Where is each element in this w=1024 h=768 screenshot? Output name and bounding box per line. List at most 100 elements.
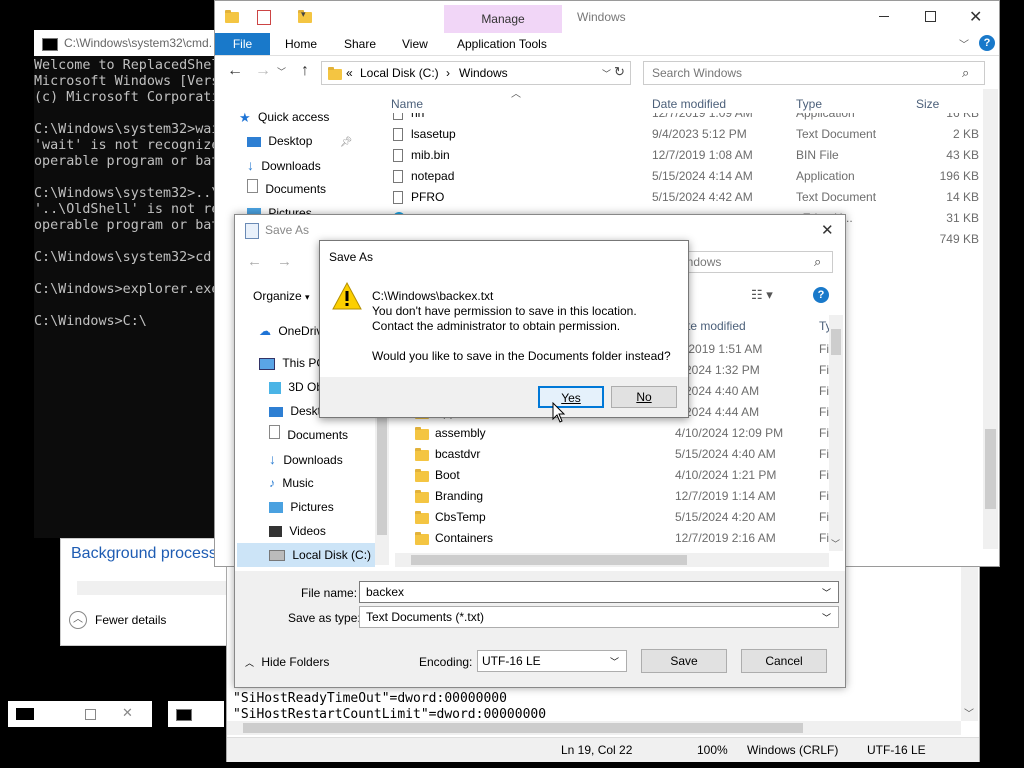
minimized-cmd-thumb[interactable] (168, 701, 224, 727)
file-row[interactable]: notepad 5/15/2024 4:14 AM Application 196 K… (381, 166, 981, 187)
tab-home[interactable]: Home (285, 37, 317, 51)
nav-this-pc[interactable]: This PC (259, 351, 325, 375)
column-date[interactable]: Date modified (652, 97, 726, 111)
no-button[interactable]: No (611, 386, 677, 408)
tab-view[interactable]: View (402, 37, 428, 51)
forward-arrow-icon[interactable]: → (255, 62, 271, 80)
address-segment[interactable]: Local Disk (C:) (360, 66, 439, 80)
file-row[interactable]: PFRO 5/15/2024 4:42 AM Text Document 14 KB (381, 187, 981, 208)
folder-row[interactable]: Containers 12/7/2019 2:16 AM Fi (395, 528, 831, 549)
nav-3d-objects[interactable]: 3D Ob (269, 375, 323, 399)
ribbon-expand-icon[interactable]: ﹀ (959, 36, 969, 51)
file-row[interactable]: mib.bin 12/7/2019 1:08 AM BIN File 43 KB (381, 145, 981, 166)
explorer-titlebar[interactable]: ▾ Manage Windows ✕ (215, 1, 999, 33)
permission-dialog[interactable]: Save As C:\Windows\backex.txt You don't … (319, 240, 689, 418)
computer-icon (259, 357, 275, 370)
address-bar[interactable]: « Local Disk (C:) › Windows ﹀ ↻ (321, 61, 631, 85)
tab-file[interactable]: File (215, 33, 270, 55)
nav-documents[interactable]: Documents (247, 177, 326, 201)
back-arrow-icon[interactable]: ← (227, 62, 243, 80)
folder-row[interactable]: Branding 12/7/2019 1:14 AM Fi (395, 486, 831, 507)
cmd-window[interactable]: C:\Windows\system32\cmd. Welcome to Repl… (34, 30, 224, 538)
hide-folders-button[interactable]: ︿ Hide Folders (245, 655, 329, 669)
dropdown-icon[interactable]: ﹀ (822, 586, 831, 599)
encoding-select[interactable]: UTF-16 LE ﹀ (477, 650, 627, 672)
file-name: lsasetup (411, 127, 456, 141)
notepad-text-area[interactable]: "SiHostReadyTimeOut"=dword:00000000 "SiH… (233, 691, 953, 721)
folder-row[interactable]: Boot 4/10/2024 1:21 PM Fi (395, 465, 831, 486)
nav-desktop[interactable]: Desktop 📌︎ (247, 129, 352, 153)
folder-icon (415, 511, 429, 524)
column-date[interactable]: te modified (687, 319, 746, 333)
task-manager-hscroll[interactable] (77, 581, 236, 595)
column-type[interactable]: Type (796, 97, 822, 111)
folder-row[interactable]: CbsTemp 5/15/2024 4:20 AM Fi (395, 507, 831, 528)
organize-button[interactable]: Organize ▾ (253, 289, 310, 303)
close-icon[interactable]: ✕ (969, 7, 982, 27)
nav-documents[interactable]: Documents (269, 423, 348, 447)
minimized-window-thumb[interactable]: ✕ (8, 701, 152, 727)
nav-desktop[interactable]: Deskt (269, 399, 321, 423)
nav-videos[interactable]: Videos (269, 519, 326, 543)
address-dropdown-icon[interactable]: ﹀ (602, 67, 611, 80)
save-as-file-vscroll[interactable]: ﹀ (829, 315, 843, 551)
refresh-icon[interactable]: ↻ (614, 64, 625, 80)
address-segment[interactable]: Windows (459, 66, 508, 80)
nav-music[interactable]: ♪ Music (269, 471, 314, 495)
scroll-thumb[interactable] (985, 429, 996, 509)
file-scroll-thumb[interactable] (831, 329, 841, 355)
dropdown-icon: ﹀ (610, 657, 620, 667)
file-type: Application (796, 113, 855, 120)
hscroll-thumb[interactable] (243, 723, 803, 733)
back-arrow-icon[interactable]: ← (247, 253, 262, 270)
hscroll-thumb[interactable] (411, 555, 687, 565)
filename-input[interactable]: backex ﹀ (359, 581, 839, 603)
file-row[interactable]: lsasetup 9/4/2023 5:12 PM Text Document 2 K… (381, 124, 981, 145)
manage-tab[interactable]: Manage (444, 5, 562, 33)
save-as-type-select[interactable]: Text Documents (*.txt) ﹀ (359, 606, 839, 628)
application-icon (393, 170, 403, 183)
help-icon[interactable]: ? (979, 35, 995, 51)
close-icon[interactable]: ✕ (122, 705, 133, 721)
column-name[interactable]: Name (391, 97, 423, 111)
scroll-down-icon[interactable]: ﹀ (831, 537, 840, 550)
save-as-search-box[interactable]: indows ⌕ (675, 251, 833, 273)
save-button[interactable]: Save (641, 649, 727, 673)
videos-icon (269, 526, 282, 538)
yes-button[interactable]: Yes (538, 386, 604, 408)
minimize-icon[interactable] (879, 16, 889, 17)
save-as-file-hscroll[interactable] (395, 553, 829, 567)
folder-row[interactable]: bcastdvr 5/15/2024 4:40 AM Fi (395, 444, 831, 465)
restore-icon[interactable] (85, 709, 96, 720)
nav-onedrive[interactable]: ☁ OneDriv (259, 319, 322, 343)
file-row[interactable]: hh 12/7/2019 1:09 AM Application 16 KB (381, 113, 981, 124)
help-icon[interactable]: ? (813, 287, 829, 303)
save-as-close-icon[interactable]: ✕ (821, 221, 834, 239)
nav-local-disk[interactable]: Local Disk (C:) (237, 543, 375, 567)
scroll-down-icon[interactable]: ﹀ (964, 705, 974, 720)
nav-quick-access[interactable]: ★ Quick access (239, 105, 329, 129)
cancel-button[interactable]: Cancel (741, 649, 827, 673)
properties-icon[interactable] (257, 10, 271, 25)
nav-downloads[interactable]: ↓ Downloads (247, 153, 321, 177)
up-arrow-icon[interactable]: ↑ (301, 62, 309, 80)
forward-arrow-icon[interactable]: → (277, 253, 292, 270)
nav-pictures[interactable]: Pictures (269, 495, 334, 519)
fewer-details-button[interactable]: ︿ Fewer details (69, 611, 229, 631)
task-manager-window[interactable]: Background processe ︿ Fewer details (60, 538, 237, 646)
maximize-icon[interactable] (925, 11, 936, 22)
qat-dropdown-icon[interactable]: ▾ (301, 9, 306, 20)
recent-dropdown-icon[interactable]: ﹀ (277, 65, 286, 78)
notepad-hscroll[interactable] (227, 721, 961, 735)
cmd-titlebar[interactable]: C:\Windows\system32\cmd. (34, 30, 224, 56)
view-options-icon[interactable]: ☷ ▾ (751, 287, 773, 303)
search-box[interactable]: Search Windows ⌕ (643, 61, 985, 85)
dialog-titlebar[interactable]: Save As (320, 241, 688, 271)
column-size[interactable]: Size (916, 97, 939, 111)
explorer-vscroll[interactable] (983, 89, 998, 549)
nav-downloads[interactable]: ↓ Downloads (269, 447, 343, 471)
folder-row[interactable]: assembly 4/10/2024 12:09 PM Fi (395, 423, 831, 444)
nav-label: Quick access (258, 110, 330, 124)
tab-application-tools[interactable]: Application Tools (457, 37, 547, 51)
tab-share[interactable]: Share (344, 37, 376, 51)
